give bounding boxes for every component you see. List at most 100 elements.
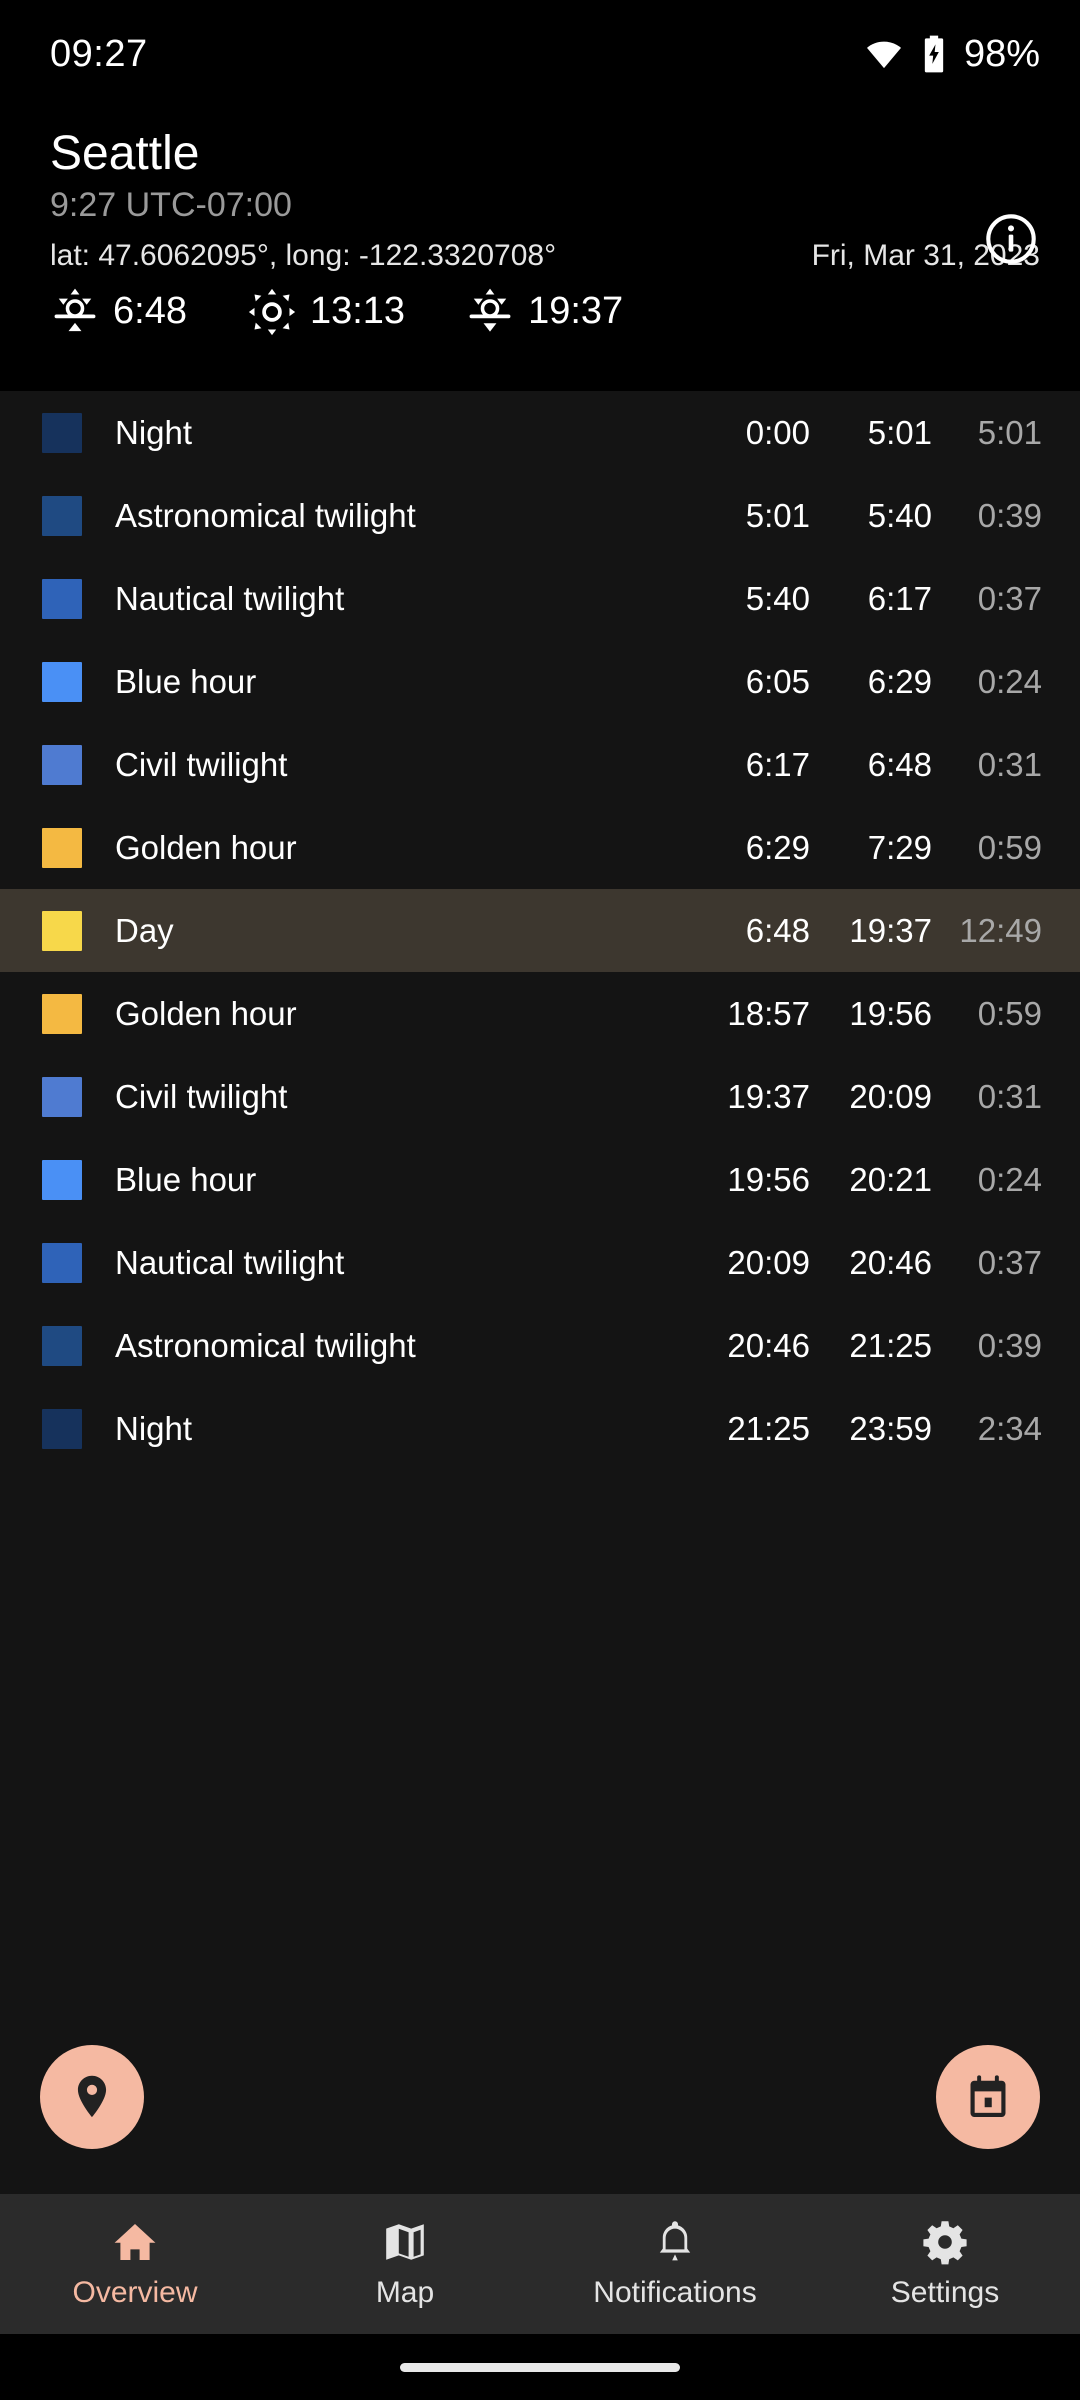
phase-end-time: 20:21	[849, 1160, 932, 1198]
calendar-icon	[963, 2072, 1013, 2122]
phase-times: 5:40 6:17 0:37	[690, 580, 1042, 618]
battery-percent-label: 98%	[963, 32, 1040, 75]
sunset-time: 19:37	[528, 290, 624, 333]
phase-end-time: 6:48	[867, 745, 932, 783]
phase-label: Golden hour	[115, 994, 297, 1032]
phase-duration: 0:31	[977, 745, 1042, 783]
phase-times: 6:29 7:29 0:59	[690, 829, 1042, 867]
nav-item-label: Map	[375, 2276, 435, 2309]
phase-end-time: 21:25	[849, 1326, 932, 1364]
calendar-fab[interactable]	[936, 2045, 1040, 2149]
phase-start-time: 6:48	[745, 911, 810, 949]
phase-color-swatch	[42, 412, 82, 453]
phase-times: 0:00 5:01 5:01	[690, 414, 1042, 452]
table-row[interactable]: Civil twilight 19:37 20:09 0:31	[0, 1055, 1080, 1138]
gear-icon	[921, 2218, 969, 2266]
phase-duration: 0:37	[977, 579, 1042, 617]
phase-start-time: 6:17	[745, 745, 810, 783]
phase-end-time: 7:29	[867, 828, 932, 866]
phase-end-time: 5:40	[867, 496, 932, 534]
phase-start-time: 6:05	[745, 662, 810, 700]
phase-duration: 0:37	[977, 1243, 1042, 1281]
phase-duration: 0:59	[977, 994, 1042, 1032]
phase-end-time: 19:56	[849, 994, 932, 1032]
table-row[interactable]: Golden hour 6:29 7:29 0:59	[0, 806, 1080, 889]
table-row[interactable]: Astronomical twilight 20:46 21:25 0:39	[0, 1304, 1080, 1387]
phase-color-swatch	[42, 993, 82, 1034]
table-row[interactable]: Nautical twilight 5:40 6:17 0:37	[0, 557, 1080, 640]
phase-end-time: 23:59	[849, 1409, 932, 1447]
sunset-event: 19:37	[465, 287, 623, 337]
phase-start-time: 19:56	[727, 1160, 810, 1198]
phase-times: 19:56 20:21 0:24	[690, 1161, 1042, 1199]
phase-times: 6:05 6:29 0:24	[690, 663, 1042, 701]
phase-color-swatch	[42, 578, 82, 619]
phase-start-time: 18:57	[727, 994, 810, 1032]
table-row[interactable]: Night 0:00 5:01 5:01	[0, 391, 1080, 474]
bottom-navigation: Overview Map Notifications Settings	[0, 2194, 1080, 2334]
table-row[interactable]: Blue hour 6:05 6:29 0:24	[0, 640, 1080, 723]
home-indicator[interactable]	[400, 2362, 680, 2372]
table-row[interactable]: Night 21:25 23:59 2:34	[0, 1387, 1080, 1470]
phase-duration: 2:34	[977, 1409, 1042, 1447]
phase-duration: 0:39	[977, 496, 1042, 534]
phase-start-time: 19:37	[727, 1077, 810, 1115]
nav-item-label: Overview	[72, 2276, 198, 2309]
sun-events-row: 6:48 13:13 19:37	[50, 287, 1040, 337]
phase-times: 18:57 19:56 0:59	[690, 995, 1042, 1033]
phase-times: 5:01 5:40 0:39	[690, 497, 1042, 535]
phase-end-time: 20:46	[849, 1243, 932, 1281]
table-row[interactable]: Astronomical twilight 5:01 5:40 0:39	[0, 474, 1080, 557]
solar-noon-time: 13:13	[309, 290, 406, 333]
nav-item-settings[interactable]: Settings	[810, 2194, 1080, 2334]
phase-label: Blue hour	[115, 1160, 257, 1198]
phase-duration: 0:24	[977, 1160, 1042, 1198]
wifi-icon	[864, 34, 904, 74]
fab-layer	[0, 2045, 1080, 2165]
phase-color-swatch	[42, 827, 82, 868]
local-time: 9:27 UTC-07:00	[50, 185, 292, 224]
phase-duration: 0:59	[977, 828, 1042, 866]
phase-label: Day	[115, 911, 174, 949]
nav-item-label: Settings	[890, 2276, 1000, 2309]
location-pin-icon	[66, 2071, 118, 2123]
coordinates-row: lat: 47.6062095°, long: -122.3320708° Fr…	[50, 239, 1040, 273]
city-name: Seattle	[50, 127, 200, 180]
phase-duration: 5:01	[977, 413, 1042, 451]
phase-label: Civil twilight	[115, 745, 288, 783]
location-fab[interactable]	[40, 2045, 144, 2149]
phase-color-swatch	[42, 1159, 82, 1200]
table-row[interactable]: Nautical twilight 20:09 20:46 0:37	[0, 1221, 1080, 1304]
phase-times: 6:17 6:48 0:31	[690, 746, 1042, 784]
status-bar-indicators: 98%	[864, 33, 1040, 76]
phase-end-time: 20:09	[849, 1077, 932, 1115]
phase-end-time: 5:01	[867, 413, 932, 451]
info-icon	[982, 210, 1040, 268]
table-row[interactable]: Civil twilight 6:17 6:48 0:31	[0, 723, 1080, 806]
phase-label: Blue hour	[115, 662, 257, 700]
phase-duration: 0:24	[977, 662, 1042, 700]
phase-end-time: 6:17	[867, 579, 932, 617]
status-bar-clock: 09:27	[50, 32, 148, 75]
info-button[interactable]	[980, 208, 1042, 270]
phase-times: 6:48 19:37 12:49	[690, 912, 1042, 950]
nav-item-notifications[interactable]: Notifications	[540, 2194, 810, 2334]
nav-item-overview[interactable]: Overview	[0, 2194, 270, 2334]
table-row[interactable]: Day 6:48 19:37 12:49	[0, 889, 1080, 972]
phase-start-time: 20:46	[727, 1326, 810, 1364]
sunrise-time: 6:48	[113, 290, 187, 333]
phase-label: Astronomical twilight	[115, 1326, 416, 1364]
phase-label: Nautical twilight	[115, 579, 345, 617]
phase-color-swatch	[42, 495, 82, 536]
phase-end-time: 6:29	[867, 662, 932, 700]
phase-color-swatch	[42, 910, 82, 951]
phase-color-swatch	[42, 661, 82, 702]
bell-icon	[651, 2218, 699, 2266]
nav-item-map[interactable]: Map	[270, 2194, 540, 2334]
status-bar: 09:27 98%	[0, 0, 1080, 108]
phase-label: Golden hour	[115, 828, 297, 866]
solar-noon-icon	[247, 287, 297, 337]
phase-duration: 12:49	[959, 911, 1042, 949]
table-row[interactable]: Golden hour 18:57 19:56 0:59	[0, 972, 1080, 1055]
table-row[interactable]: Blue hour 19:56 20:21 0:24	[0, 1138, 1080, 1221]
